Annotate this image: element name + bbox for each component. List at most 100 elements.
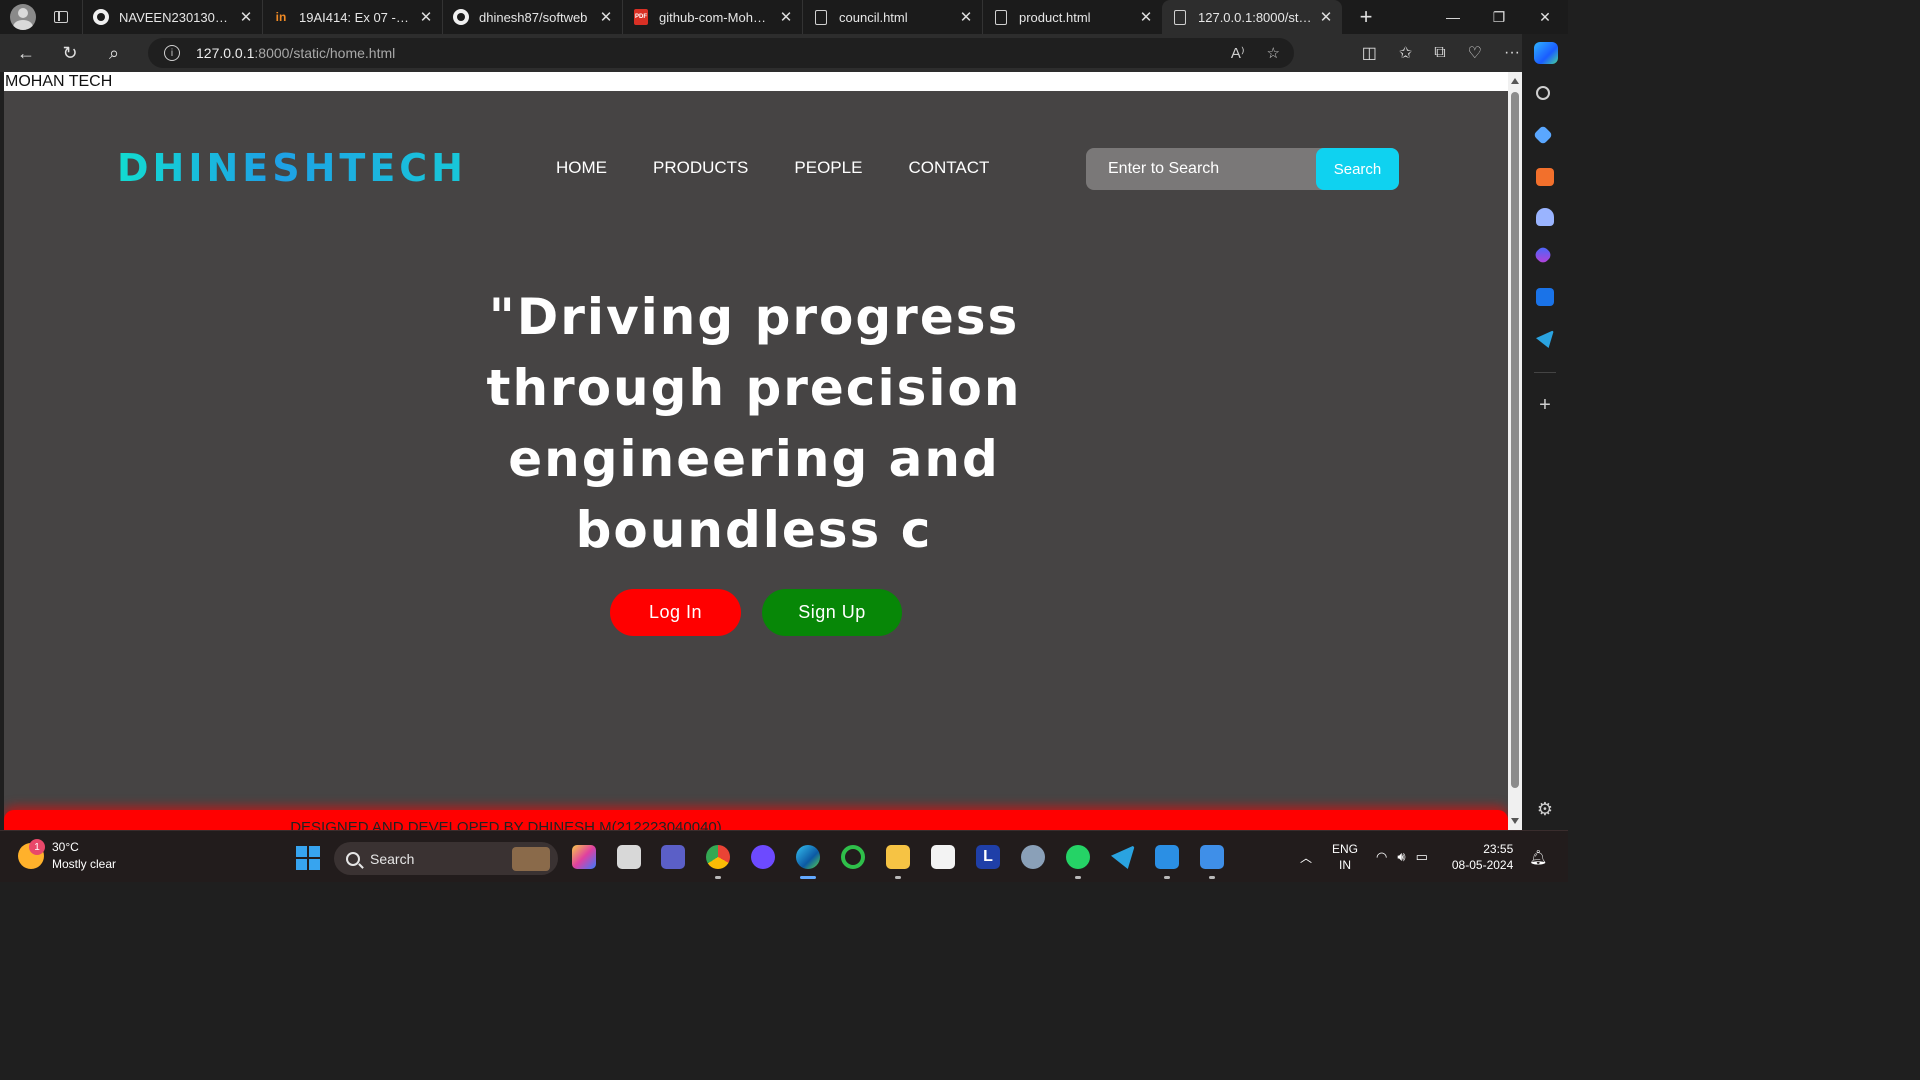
sidebar-search-icon[interactable]	[1536, 86, 1550, 100]
site-logo[interactable]: DHINESHTECH	[117, 146, 467, 190]
nav-people-link[interactable]: PEOPLE	[794, 158, 862, 178]
whatsapp-icon[interactable]	[1066, 845, 1090, 869]
microsoft-365-icon[interactable]	[1533, 245, 1553, 265]
scroll-up-icon[interactable]	[1511, 78, 1519, 84]
nav-products-link[interactable]: PRODUCTS	[653, 158, 748, 178]
microsoft-store-icon[interactable]	[931, 845, 955, 869]
telegram-app-icon[interactable]	[1111, 845, 1135, 869]
taskbar-search-icon	[346, 851, 360, 866]
new-tab-icon[interactable]: +	[1354, 4, 1378, 30]
battery-icon[interactable]: ▭	[1416, 849, 1428, 865]
favorites-icon[interactable]: ✩	[1399, 43, 1412, 63]
refresh-icon[interactable]: ↻	[52, 38, 88, 68]
weather-widget[interactable]: 1 30°C Mostly clear	[18, 839, 116, 873]
games-icon[interactable]	[1536, 208, 1554, 226]
task-view-icon[interactable]	[617, 845, 641, 869]
close-tab-icon[interactable]: ✕	[1138, 8, 1154, 26]
vscode-icon[interactable]	[1155, 845, 1179, 869]
close-tab-icon[interactable]: ✕	[958, 8, 974, 26]
running-indicator	[1209, 876, 1215, 879]
address-bar[interactable]: i 127.0.0.1:8000/static/home.html A⁾ ☆	[148, 38, 1294, 68]
restore-icon[interactable]: ❐	[1476, 0, 1522, 34]
signup-button[interactable]: Sign Up	[762, 589, 902, 636]
circle-app-icon[interactable]	[841, 845, 865, 869]
back-arrow-icon[interactable]: ←	[8, 38, 44, 68]
nav-home-link[interactable]: HOME	[556, 158, 607, 178]
shopping-tag-icon[interactable]	[1533, 125, 1553, 145]
settings-gear-icon[interactable]	[1021, 845, 1045, 869]
profile-avatar-icon[interactable]	[10, 4, 36, 30]
more-menu-icon[interactable]: ···	[1504, 44, 1520, 62]
tools-briefcase-icon[interactable]	[1536, 168, 1554, 186]
add-sidebar-app-icon[interactable]: +	[1536, 395, 1554, 415]
browser-toolbar: ← ↻ ⌕ i 127.0.0.1:8000/static/home.html …	[0, 34, 1568, 72]
active-indicator	[800, 876, 816, 879]
taskbar-clock[interactable]: 23:55 08-05-2024	[1452, 841, 1513, 873]
tab-title: 19AI414: Ex 07 - Soft	[299, 9, 412, 25]
footer-credit: DESIGNED AND DEVELOPED BY DHINESH M(2122…	[290, 819, 722, 830]
site-info-icon[interactable]: i	[164, 45, 180, 61]
browser-tab-1[interactable]: NAVEEN23013059 (N ✕	[82, 0, 262, 34]
show-hidden-icons-icon[interactable]: ︿	[1300, 849, 1312, 866]
login-button[interactable]: Log In	[610, 589, 741, 636]
sidebar-settings-icon[interactable]: ⚙	[1536, 800, 1554, 818]
page-scrollbar[interactable]	[1508, 72, 1522, 830]
wifi-icon[interactable]: ◠	[1376, 849, 1387, 865]
copilot-app-icon[interactable]	[572, 845, 596, 869]
outlook-icon[interactable]	[1536, 288, 1554, 306]
page-footer: DESIGNED AND DEVELOPED BY DHINESH M(2122…	[4, 810, 1508, 830]
read-aloud-icon[interactable]: A⁾	[1231, 44, 1245, 62]
system-tray: ︿ ENG IN ◠ 🔊︎ ▭ 23:55 08-05-2024 🔔︎	[1300, 831, 1547, 883]
hero-headline: "Driving progress through precision engi…	[486, 288, 1022, 559]
browser-tab-2[interactable]: in 19AI414: Ex 07 - Soft ✕	[262, 0, 442, 34]
browser-essentials-icon[interactable]: ♡	[1468, 43, 1482, 63]
chrome-icon[interactable]	[706, 845, 730, 869]
split-screen-icon[interactable]: ◫	[1362, 43, 1377, 63]
scroll-thumb[interactable]	[1511, 92, 1519, 788]
weather-badge: 1	[29, 839, 45, 855]
taskbar-search-label: Search	[370, 850, 415, 867]
language-indicator[interactable]: ENG IN	[1332, 841, 1358, 873]
browser-tab-6[interactable]: product.html ✕	[982, 0, 1162, 34]
edge-icon[interactable]	[796, 845, 820, 869]
tab-actions-icon[interactable]	[54, 11, 68, 23]
scroll-down-icon[interactable]	[1511, 818, 1519, 824]
search-icon[interactable]: ⌕	[96, 38, 132, 68]
weather-desc: Mostly clear	[52, 857, 117, 871]
close-window-icon[interactable]: ✕	[1522, 0, 1568, 34]
windows-start-icon[interactable]	[296, 846, 320, 870]
copilot-icon[interactable]	[1534, 42, 1558, 64]
close-tab-icon[interactable]: ✕	[238, 8, 254, 26]
running-indicator	[715, 876, 721, 879]
minimize-icon[interactable]: —	[1430, 0, 1476, 34]
browser-tab-4[interactable]: PDF github-com-Mohann ✕	[622, 0, 802, 34]
teams-icon[interactable]	[661, 845, 685, 869]
file-explorer-icon[interactable]	[886, 845, 910, 869]
close-tab-icon[interactable]: ✕	[598, 8, 614, 26]
close-tab-icon[interactable]: ✕	[1318, 8, 1334, 26]
weather-sun-icon: 1	[18, 839, 45, 869]
tab-title: dhinesh87/softweb	[479, 9, 588, 25]
nav-contact-link[interactable]: CONTACT	[908, 158, 989, 178]
collections-icon[interactable]: ⧉	[1434, 44, 1445, 62]
search-button[interactable]: Search	[1316, 148, 1399, 190]
file-icon	[993, 9, 1009, 25]
close-tab-icon[interactable]: ✕	[418, 8, 434, 26]
browser-tab-active[interactable]: 127.0.0.1:8000/static ✕	[1162, 0, 1342, 34]
proton-vpn-icon[interactable]	[751, 845, 775, 869]
search-highlight-icon	[512, 847, 550, 871]
notification-bell-icon[interactable]: 🔔︎	[1529, 849, 1547, 866]
favorite-star-icon[interactable]: ☆	[1267, 44, 1280, 62]
browser-tab-3[interactable]: dhinesh87/softweb ✕	[442, 0, 622, 34]
l-app-icon[interactable]: L	[976, 845, 1000, 869]
close-tab-icon[interactable]: ✕	[778, 8, 794, 26]
browser-tab-5[interactable]: council.html ✕	[802, 0, 982, 34]
snipping-tool-icon[interactable]	[1200, 845, 1224, 869]
url-path: :8000/static/home.html	[254, 45, 396, 61]
search-input[interactable]	[1086, 148, 1316, 190]
pdf-icon: PDF	[633, 9, 649, 25]
tab-title: NAVEEN23013059 (N	[119, 9, 232, 25]
volume-icon[interactable]: 🔊︎	[1397, 849, 1405, 865]
telegram-icon[interactable]	[1536, 330, 1554, 348]
taskbar-search[interactable]: Search	[334, 842, 558, 875]
